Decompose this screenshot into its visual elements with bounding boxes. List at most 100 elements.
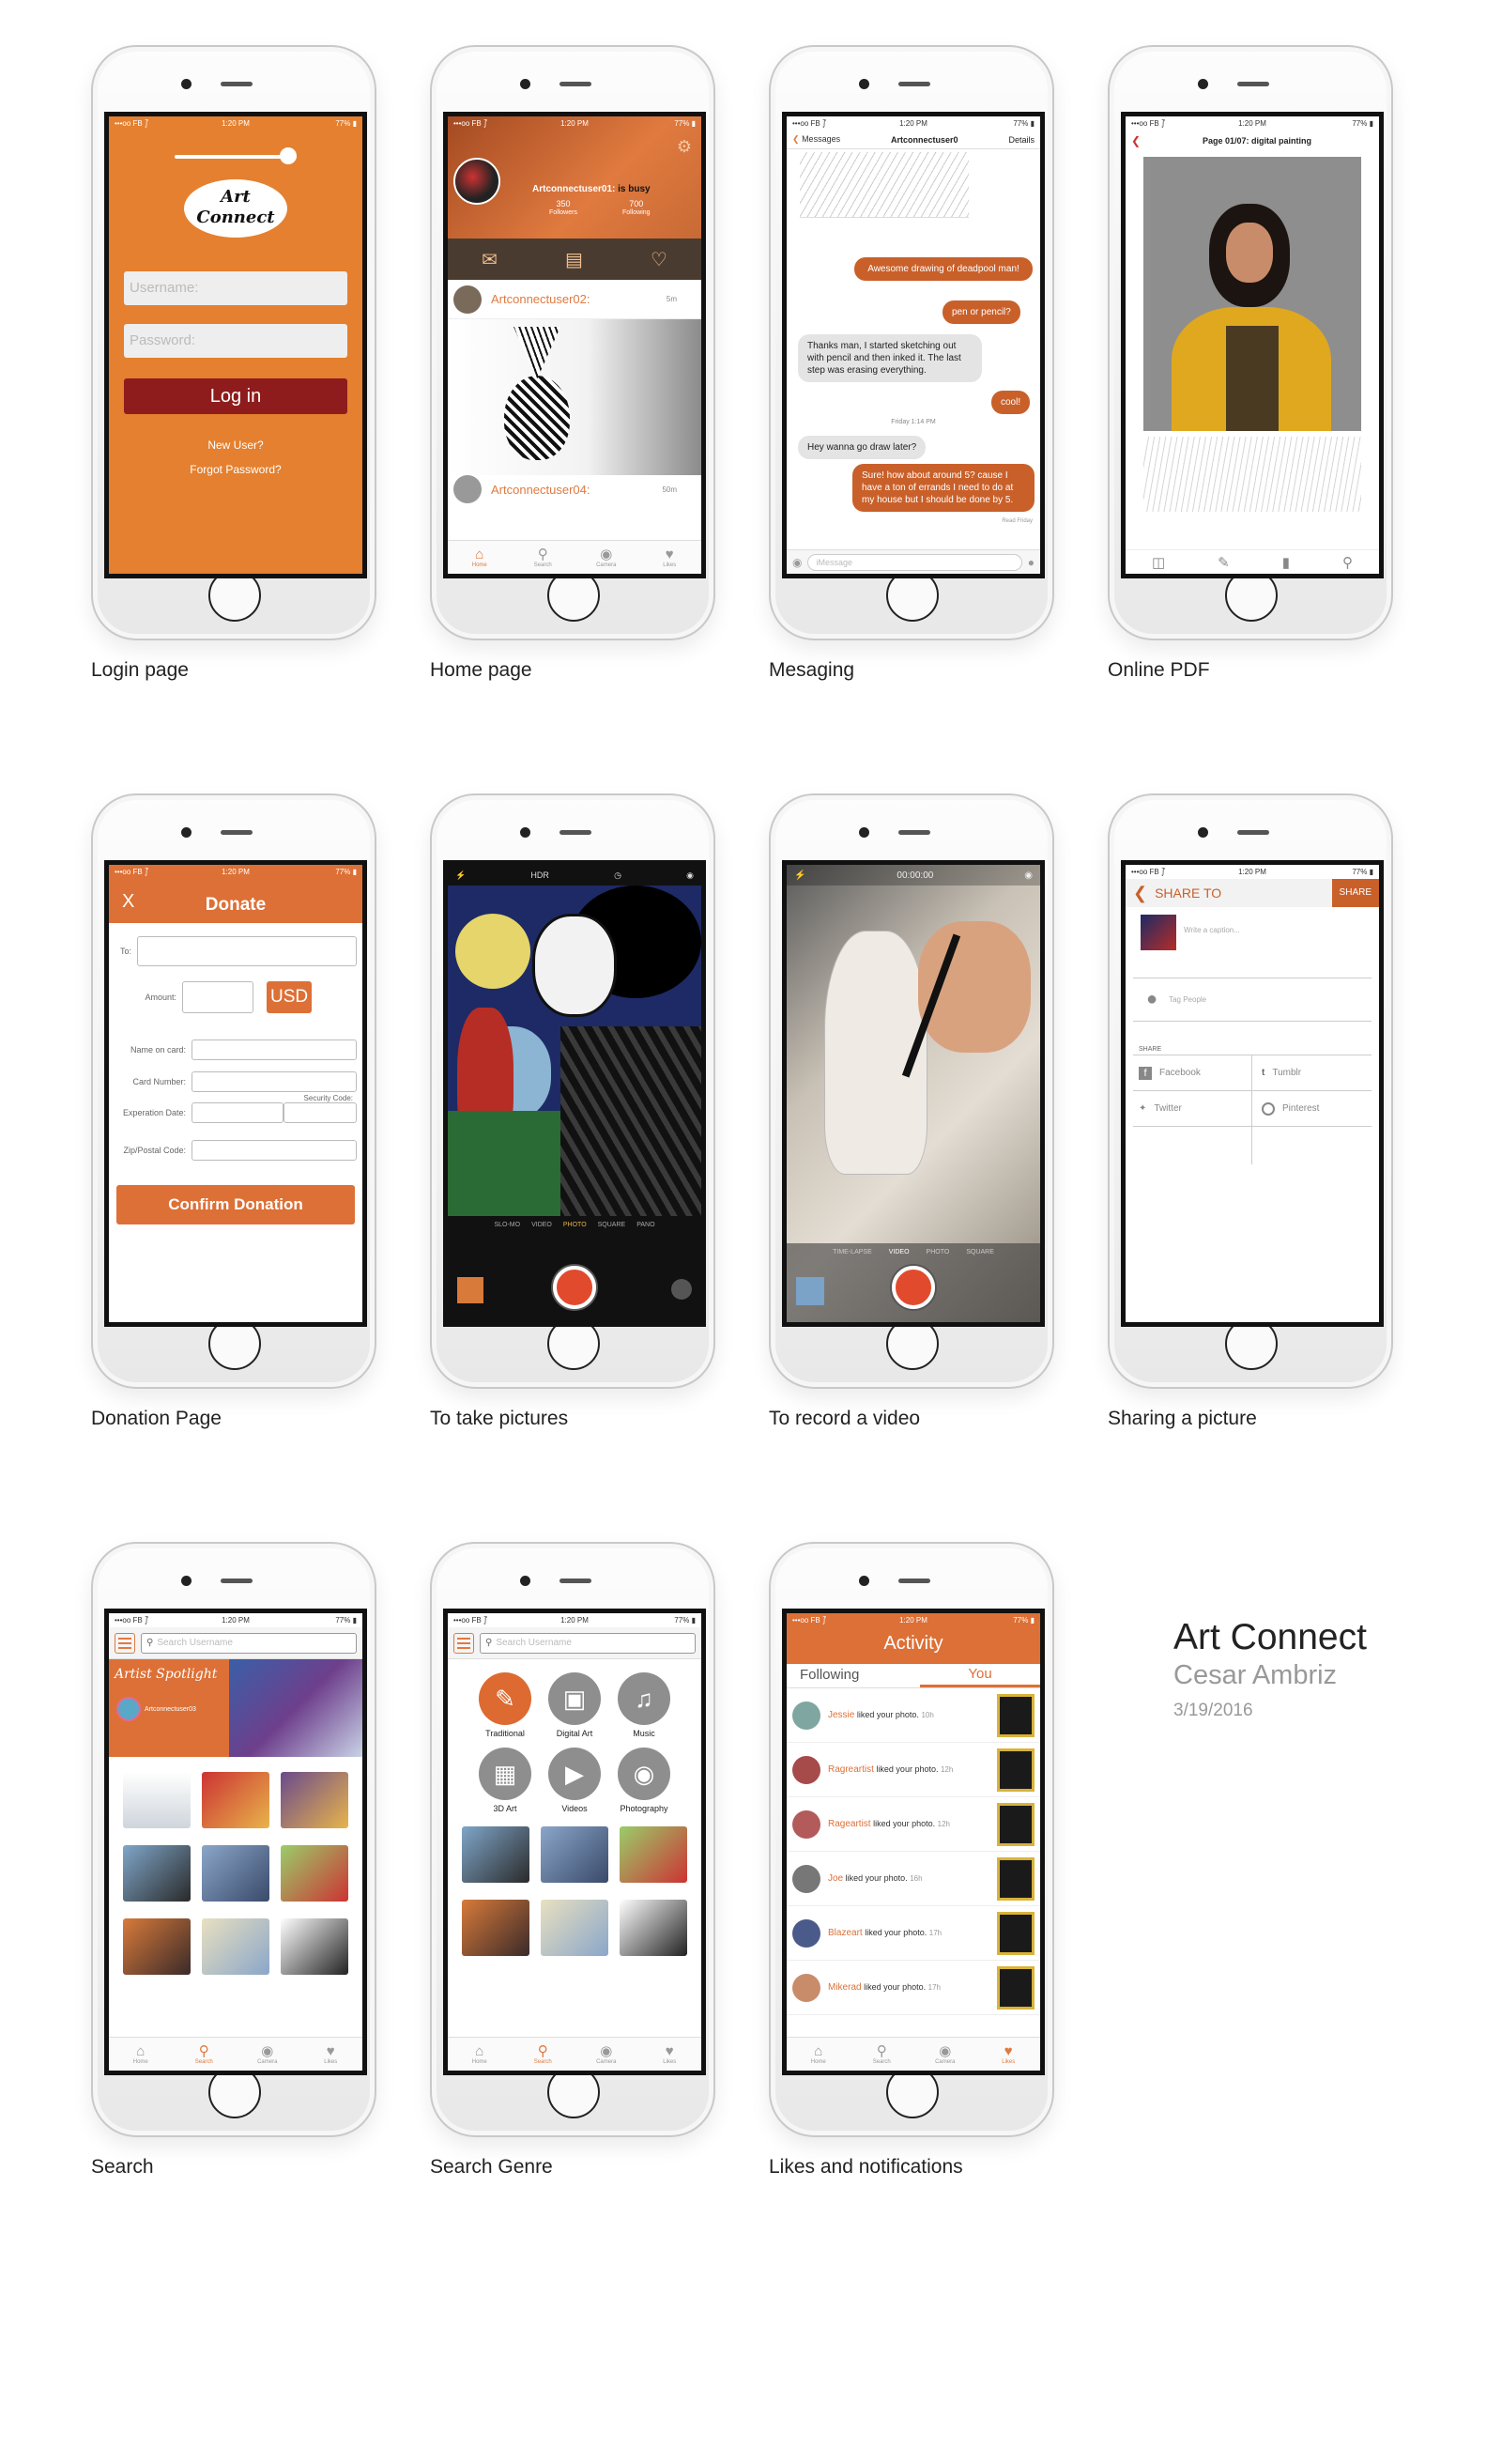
menu-icon[interactable] bbox=[453, 1632, 474, 1654]
tab-you[interactable]: You bbox=[920, 1664, 1040, 1687]
notification-user[interactable]: Ragreartist bbox=[828, 1764, 874, 1775]
artist-spotlight[interactable]: Artist Spotlight Artconnectuser03 bbox=[109, 1659, 362, 1757]
notification-user[interactable]: Joe bbox=[828, 1873, 843, 1884]
share-facebook[interactable]: f Facebook bbox=[1133, 1055, 1252, 1091]
notification-user[interactable]: Blazeart bbox=[828, 1928, 863, 1938]
share-button[interactable]: SHARE bbox=[1331, 879, 1379, 907]
timer-icon[interactable]: ◷ bbox=[614, 870, 621, 881]
mode-timelapse[interactable]: TIME-LAPSE bbox=[833, 1249, 872, 1255]
tab-camera[interactable]: ◉ Camera bbox=[913, 2038, 977, 2071]
result-thumbnail[interactable] bbox=[202, 1845, 269, 1902]
name-input[interactable] bbox=[192, 1040, 357, 1060]
search-input[interactable]: ⚲ Search Username bbox=[480, 1632, 696, 1654]
notification-user[interactable]: Mikerad bbox=[828, 1982, 862, 1993]
post-username[interactable]: Artconnectuser02: bbox=[491, 292, 590, 306]
chat-icon[interactable]: ✉ bbox=[482, 248, 498, 271]
search-icon[interactable]: ⚲ bbox=[1342, 554, 1353, 571]
camera-icon[interactable]: ◉ bbox=[792, 556, 802, 569]
result-thumbnail[interactable] bbox=[462, 1826, 529, 1883]
microphone-icon[interactable]: ● bbox=[1028, 556, 1035, 569]
notification-thumbnail[interactable] bbox=[997, 1802, 1035, 1846]
mode-video[interactable]: VIDEO bbox=[889, 1249, 910, 1255]
gear-icon[interactable]: ⚙ bbox=[677, 137, 692, 157]
result-thumbnail[interactable] bbox=[202, 1772, 269, 1828]
tab-camera[interactable]: ◉ Camera bbox=[236, 2038, 299, 2071]
heart-icon[interactable]: ♡ bbox=[651, 248, 667, 271]
result-thumbnail[interactable] bbox=[620, 1900, 687, 1956]
to-input[interactable] bbox=[137, 936, 357, 966]
result-thumbnail[interactable] bbox=[462, 1900, 529, 1956]
tab-home[interactable]: ⌂ Home bbox=[448, 2038, 512, 2071]
camera-viewfinder[interactable] bbox=[448, 886, 701, 1216]
tab-likes[interactable]: ♥ Likes bbox=[638, 541, 702, 574]
notification-item[interactable]: Joe liked your photo. 16h bbox=[787, 1852, 1040, 1906]
mode-slomo[interactable]: SLO-MO bbox=[494, 1222, 520, 1228]
record-button[interactable] bbox=[892, 1266, 935, 1309]
message-input[interactable]: iMessage bbox=[807, 553, 1022, 571]
result-thumbnail[interactable] bbox=[202, 1918, 269, 1975]
notification-item[interactable]: Rageartist liked your photo. 12h bbox=[787, 1797, 1040, 1852]
back-button[interactable]: ❮ Messages bbox=[792, 134, 840, 145]
new-user-link[interactable]: New User? bbox=[109, 439, 362, 452]
pdf-page-painting[interactable] bbox=[1143, 157, 1361, 431]
notification-user[interactable]: Jessie bbox=[828, 1710, 854, 1720]
flash-icon[interactable]: ⚡ bbox=[455, 870, 466, 881]
back-button[interactable]: ❮ bbox=[1133, 884, 1147, 903]
result-thumbnail[interactable] bbox=[281, 1772, 348, 1828]
genre-digital-art[interactable]: ▣ Digital Art bbox=[540, 1672, 609, 1738]
genre-traditional[interactable]: ✎ Traditional bbox=[470, 1672, 540, 1738]
notification-thumbnail[interactable] bbox=[997, 1856, 1035, 1901]
pdf-page-sketches[interactable] bbox=[1143, 437, 1361, 512]
tag-people-row[interactable]: ● Tag People bbox=[1133, 978, 1372, 1022]
back-button[interactable]: ❮ bbox=[1131, 134, 1141, 147]
notification-thumbnail[interactable] bbox=[997, 1693, 1035, 1737]
share-tumblr[interactable]: t Tumblr bbox=[1252, 1055, 1372, 1091]
tab-home[interactable]: ⌂ Home bbox=[109, 2038, 173, 2071]
notification-thumbnail[interactable] bbox=[997, 1965, 1035, 2010]
flash-icon[interactable]: ⚡ bbox=[794, 870, 805, 881]
result-thumbnail[interactable] bbox=[541, 1900, 608, 1956]
notification-item[interactable]: Jessie liked your photo. 10h bbox=[787, 1688, 1040, 1743]
amount-input[interactable] bbox=[182, 981, 253, 1013]
genre-photography[interactable]: ◉ Photography bbox=[609, 1748, 679, 1813]
genre-music[interactable]: ♫ Music bbox=[609, 1672, 679, 1738]
mode-pano[interactable]: PANO bbox=[636, 1222, 654, 1228]
notification-user[interactable]: Rageartist bbox=[828, 1819, 871, 1829]
notification-thumbnail[interactable] bbox=[997, 1911, 1035, 1955]
result-thumbnail[interactable] bbox=[123, 1918, 191, 1975]
result-thumbnail[interactable] bbox=[541, 1826, 608, 1883]
bookmark-add-icon[interactable]: ◫ bbox=[1152, 554, 1165, 571]
bookmark-icon[interactable]: ▮ bbox=[1282, 554, 1290, 571]
tab-search[interactable]: ⚲ Search bbox=[512, 2038, 575, 2071]
notification-item[interactable]: Ragreartist liked your photo. 12h bbox=[787, 1743, 1040, 1797]
notification-item[interactable]: Mikerad liked your photo. 17h bbox=[787, 1961, 1040, 2015]
tab-likes[interactable]: ♥ Likes bbox=[977, 2038, 1041, 2071]
gallery-thumbnail[interactable] bbox=[796, 1277, 824, 1305]
currency-button[interactable]: USD bbox=[267, 981, 313, 1013]
result-thumbnail[interactable] bbox=[281, 1918, 348, 1975]
mode-photo[interactable]: PHOTO bbox=[927, 1249, 950, 1255]
password-input[interactable]: Password: bbox=[124, 324, 347, 358]
search-input[interactable]: ⚲ Search Username bbox=[141, 1632, 357, 1654]
share-twitter[interactable]: ✦ Twitter bbox=[1133, 1091, 1252, 1127]
shared-sketch[interactable] bbox=[800, 152, 969, 218]
post-image[interactable] bbox=[448, 319, 701, 475]
switch-camera-icon[interactable]: ◉ bbox=[1024, 870, 1033, 881]
genre-videos[interactable]: ▶ Videos bbox=[540, 1748, 609, 1813]
tab-following[interactable]: Following bbox=[787, 1664, 920, 1687]
expiration-input[interactable] bbox=[192, 1102, 284, 1123]
confirm-donation-button[interactable]: Confirm Donation bbox=[116, 1185, 355, 1224]
username-input[interactable]: Username: bbox=[124, 271, 347, 305]
post-username[interactable]: Artconnectuser04: bbox=[491, 483, 590, 497]
mode-video[interactable]: VIDEO bbox=[531, 1222, 552, 1228]
result-thumbnail[interactable] bbox=[281, 1845, 348, 1902]
share-pinterest[interactable]: Pinterest bbox=[1252, 1091, 1372, 1127]
zip-input[interactable] bbox=[192, 1140, 357, 1161]
tab-likes[interactable]: ♥ Likes bbox=[299, 2038, 363, 2071]
card-input[interactable] bbox=[192, 1071, 357, 1092]
caption-input[interactable]: Write a caption... bbox=[1184, 915, 1364, 970]
hdr-toggle[interactable]: HDR bbox=[530, 870, 549, 880]
login-button[interactable]: Log in bbox=[124, 378, 347, 414]
result-thumbnail[interactable] bbox=[123, 1772, 191, 1828]
filters-icon[interactable] bbox=[671, 1279, 692, 1300]
